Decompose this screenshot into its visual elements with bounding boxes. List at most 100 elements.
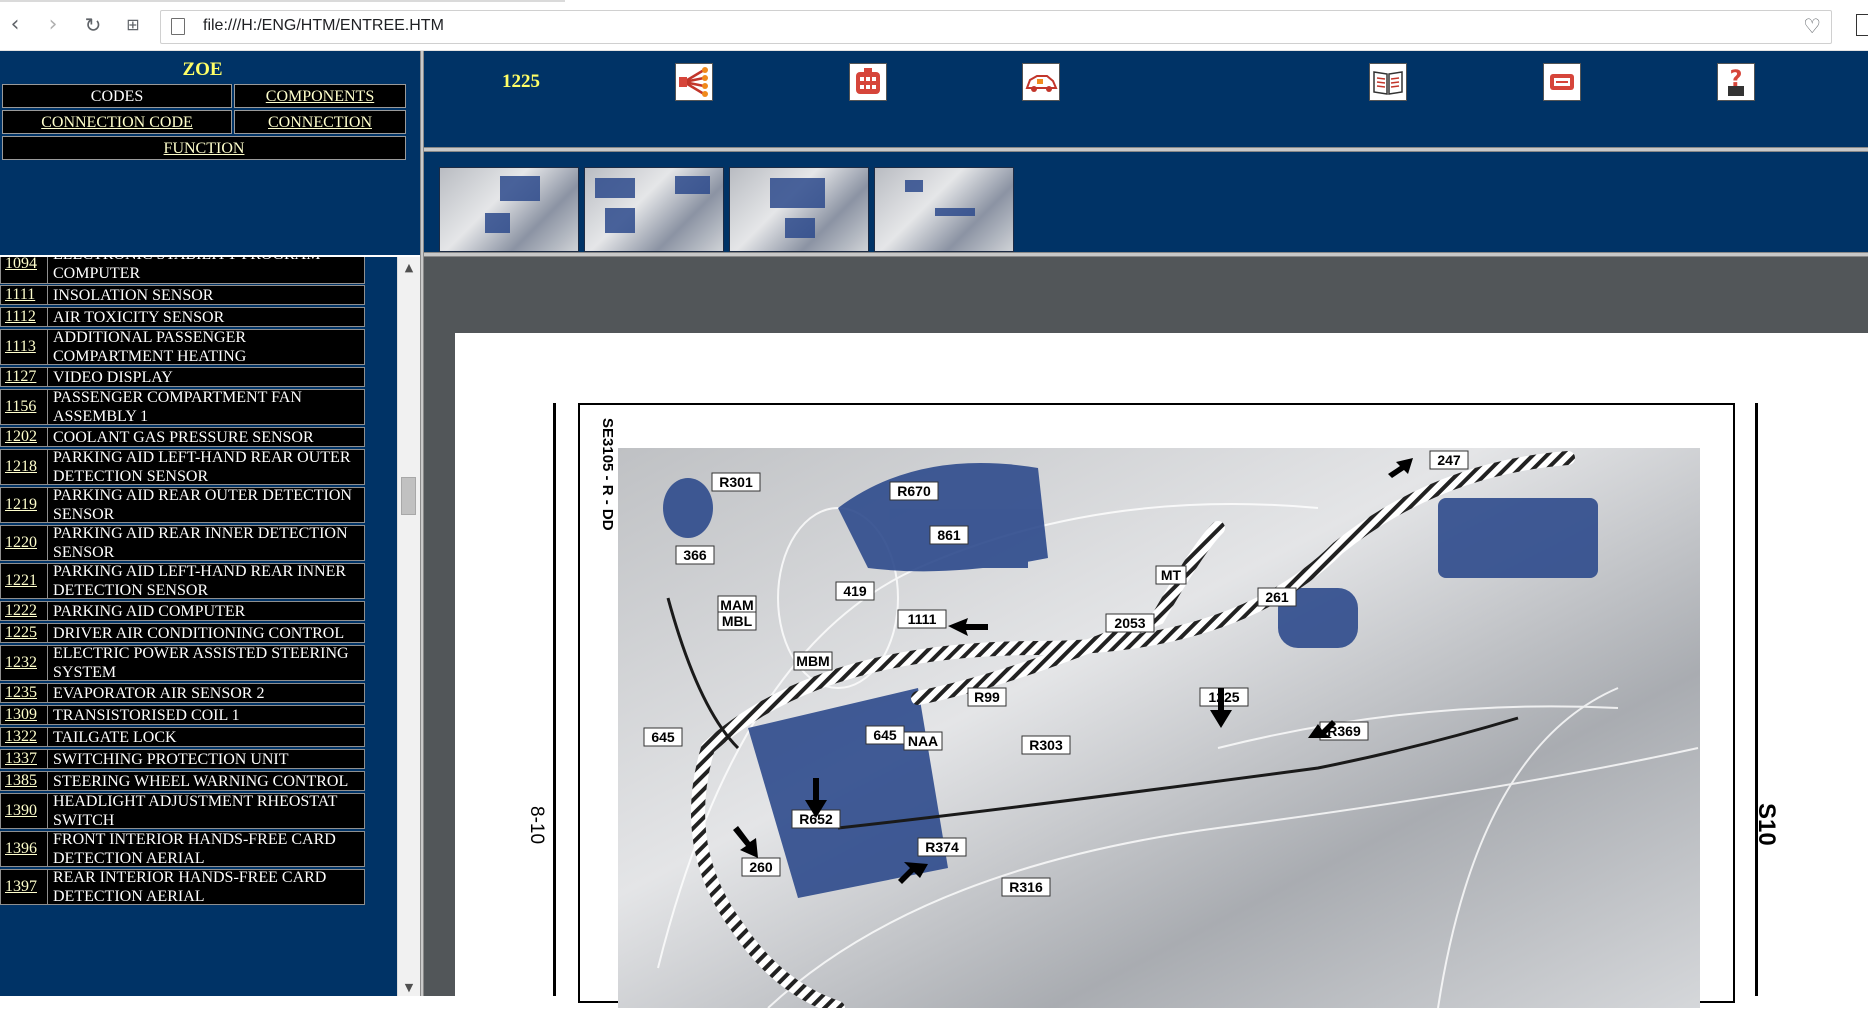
component-name: PASSENGER COMPARTMENT FAN ASSEMBLY 1 xyxy=(53,389,302,425)
vehicle-location-icon[interactable] xyxy=(1022,63,1060,101)
cell-divider xyxy=(47,428,48,446)
location-thumbnail-2[interactable] xyxy=(584,167,724,252)
list-item: 1218 PARKING AID LEFT-HAND REAR OUTER DET… xyxy=(0,449,365,485)
favorite-heart-icon[interactable]: ♡ xyxy=(1803,14,1821,38)
component-code-link[interactable]: 1309 xyxy=(5,706,45,724)
component-code-link[interactable]: 1225 xyxy=(5,624,45,642)
thumbnail-strip xyxy=(424,152,1868,252)
svg-text:MT: MT xyxy=(1161,567,1182,583)
component-code-link[interactable]: 1221 xyxy=(5,564,45,598)
component-name: REAR INTERIOR HANDS-FREE CARD DETECTION … xyxy=(53,869,327,905)
callout-label: 645 xyxy=(865,725,905,745)
back-icon[interactable]: ‹ xyxy=(0,10,30,40)
reload-icon[interactable]: ↻ xyxy=(78,10,108,40)
cell-divider xyxy=(47,368,48,386)
fuse-icon[interactable] xyxy=(1543,63,1581,101)
component-code-link[interactable]: 1220 xyxy=(5,526,45,560)
page-icon xyxy=(171,18,185,35)
address-bar[interactable]: file:///H:/ENG/HTM/ENTREE.HTM ♡ xyxy=(160,10,1832,44)
list-item: 1397 REAR INTERIOR HANDS-FREE CARD DETECT… xyxy=(0,869,365,905)
component-name: PARKING AID LEFT-HAND REAR INNER DETECTI… xyxy=(53,563,347,599)
component-code-link[interactable]: 1396 xyxy=(5,832,45,866)
list-item: 1222 PARKING AID COMPUTER xyxy=(0,601,365,621)
forward-icon[interactable]: › xyxy=(38,10,68,40)
component-code-link[interactable]: 1111 xyxy=(5,286,45,304)
callout-label: 247 xyxy=(1429,450,1469,470)
svg-text:366: 366 xyxy=(683,547,707,563)
codes-button[interactable]: CODES xyxy=(2,84,232,108)
connection-button[interactable]: CONNECTION xyxy=(234,110,406,134)
svg-text:R301: R301 xyxy=(719,474,753,490)
manual-book-icon[interactable] xyxy=(1369,63,1407,101)
component-code-link[interactable]: 1218 xyxy=(5,450,45,484)
page-rule-left xyxy=(553,403,556,996)
component-code-link[interactable]: 1222 xyxy=(5,602,45,620)
component-name: STEERING WHEEL WARNING CONTROL xyxy=(53,772,349,790)
url-text[interactable]: file:///H:/ENG/HTM/ENTREE.HTM xyxy=(203,17,444,35)
page-rule-right xyxy=(1755,403,1758,996)
help-icon[interactable]: ? xyxy=(1717,63,1755,101)
document-page: 8-10 S10 SE3105 - R - DD R301 R670 861 3… xyxy=(455,333,1868,1013)
callout-label: R374 xyxy=(917,837,967,857)
list-item: 1094 ELECTRONIC STABILITY PROGRAM COMPUTE… xyxy=(0,257,365,284)
document-viewer: 8-10 S10 SE3105 - R - DD R301 R670 861 3… xyxy=(424,257,1868,1013)
function-button[interactable]: FUNCTION xyxy=(2,136,406,160)
svg-text:MAM: MAM xyxy=(720,597,753,613)
component-code-link[interactable]: 1202 xyxy=(5,428,45,446)
components-button[interactable]: COMPONENTS xyxy=(234,84,406,108)
list-item: 1235 EVAPORATOR AIR SENSOR 2 xyxy=(0,683,365,703)
list-item: 1113 ADDITIONAL PASSENGER COMPARTMENT HEA… xyxy=(0,329,365,365)
component-code-link[interactable]: 1156 xyxy=(5,390,45,424)
list-item: 1390 HEADLIGHT ADJUSTMENT RHEOSTAT SWITCH xyxy=(0,793,365,829)
callout-label: MT xyxy=(1155,565,1187,585)
component-code-link[interactable]: 1094 xyxy=(5,257,45,283)
component-name: PARKING AID REAR INNER DETECTION SENSOR xyxy=(53,525,348,561)
list-scrollbar[interactable]: ▲ ▼ xyxy=(397,257,420,996)
component-code-link[interactable]: 1113 xyxy=(5,330,45,364)
list-item: 1219 PARKING AID REAR OUTER DETECTION SEN… xyxy=(0,487,365,523)
browser-toolbar: ‹ › ↻ ⊞ file:///H:/ENG/HTM/ENTREE.HTM ♡ xyxy=(0,0,1868,51)
connector-icon[interactable] xyxy=(849,63,887,101)
scroll-down-icon[interactable]: ▼ xyxy=(398,981,420,994)
diagram-frame: SE3105 - R - DD R301 R670 861 366 419 MA… xyxy=(578,403,1735,1013)
apps-grid-icon[interactable]: ⊞ xyxy=(118,10,148,40)
list-item: 1202 COOLANT GAS PRESSURE SENSOR xyxy=(0,427,365,447)
callout-label: R301 xyxy=(711,472,761,492)
location-thumbnail-3[interactable] xyxy=(729,167,869,252)
component-code-link[interactable]: 1235 xyxy=(5,684,45,702)
location-thumbnail-1[interactable] xyxy=(439,167,579,252)
component-name: SWITCHING PROTECTION UNIT xyxy=(53,750,289,768)
cell-divider xyxy=(47,646,48,680)
sidebar-edge-icon[interactable] xyxy=(1856,14,1868,36)
component-code-link[interactable]: 1232 xyxy=(5,646,45,680)
scrollbar-thumb[interactable] xyxy=(401,477,416,515)
component-name: ELECTRIC POWER ASSISTED STEERING SYSTEM xyxy=(53,645,349,681)
svg-text:645: 645 xyxy=(873,727,897,743)
list-item: 1309 TRANSISTORISED COIL 1 xyxy=(0,705,365,725)
component-code-link[interactable]: 1112 xyxy=(5,308,45,326)
wiring-diagram-icon[interactable] xyxy=(675,63,713,101)
component-name: INSOLATION SENSOR xyxy=(53,286,214,304)
callout-label: 1111 xyxy=(897,609,947,629)
scroll-up-icon[interactable]: ▲ xyxy=(398,261,420,274)
toolbar-frame: 1225 ? xyxy=(424,51,1868,147)
location-thumbnail-4[interactable] xyxy=(874,167,1014,252)
component-code-link[interactable]: 1397 xyxy=(5,870,45,904)
callout-label: R303 xyxy=(1021,735,1071,755)
list-item: 1225 DRIVER AIR CONDITIONING CONTROL xyxy=(0,623,365,643)
nav-frame: ZOE CODES COMPONENTS CONNECTION CODE CON… xyxy=(0,51,420,255)
svg-text:247: 247 xyxy=(1437,452,1461,468)
svg-text:861: 861 xyxy=(937,527,961,543)
component-name: PARKING AID LEFT-HAND REAR OUTER DETECTI… xyxy=(53,449,351,485)
component-code-link[interactable]: 1127 xyxy=(5,368,45,386)
component-code-link[interactable]: 1390 xyxy=(5,794,45,828)
component-code-link[interactable]: 1337 xyxy=(5,750,45,768)
component-code-link[interactable]: 1322 xyxy=(5,728,45,746)
section-label: S10 xyxy=(1753,803,1780,846)
svg-text:MBL: MBL xyxy=(722,613,753,629)
component-code-link[interactable]: 1385 xyxy=(5,772,45,790)
cell-divider xyxy=(47,257,48,283)
component-code-link[interactable]: 1219 xyxy=(5,488,45,522)
connection-code-button[interactable]: CONNECTION CODE xyxy=(2,110,232,134)
cell-divider xyxy=(47,488,48,522)
